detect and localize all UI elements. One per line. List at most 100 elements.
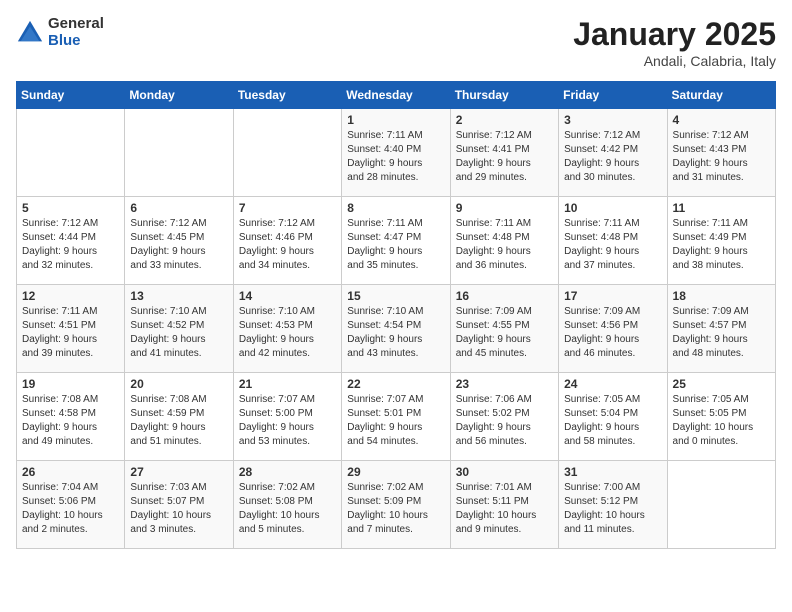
calendar-cell: 24 Sunrise: 7:05 AM Sunset: 5:04 PM Dayli… xyxy=(559,373,667,461)
day-number: 10 xyxy=(564,201,661,215)
cell-info: Sunrise: 7:12 AM Sunset: 4:44 PM Dayligh… xyxy=(22,217,119,273)
calendar-cell xyxy=(667,461,775,549)
weekday-header-wednesday: Wednesday xyxy=(342,82,450,109)
calendar-cell: 8 Sunrise: 7:11 AM Sunset: 4:47 PM Daylig… xyxy=(342,197,450,285)
calendar-cell: 21 Sunrise: 7:07 AM Sunset: 5:00 PM Dayli… xyxy=(233,373,341,461)
day-number: 6 xyxy=(130,201,227,215)
cell-info: Sunrise: 7:11 AM Sunset: 4:47 PM Dayligh… xyxy=(347,217,444,273)
cell-info: Sunrise: 7:10 AM Sunset: 4:52 PM Dayligh… xyxy=(130,305,227,361)
day-number: 15 xyxy=(347,289,444,303)
day-number: 7 xyxy=(239,201,336,215)
cell-info: Sunrise: 7:02 AM Sunset: 5:09 PM Dayligh… xyxy=(347,481,444,537)
calendar-cell: 4 Sunrise: 7:12 AM Sunset: 4:43 PM Daylig… xyxy=(667,109,775,197)
logo-general-text: General xyxy=(48,16,104,33)
calendar-cell: 19 Sunrise: 7:08 AM Sunset: 4:58 PM Dayli… xyxy=(17,373,125,461)
calendar-cell: 16 Sunrise: 7:09 AM Sunset: 4:55 PM Dayli… xyxy=(450,285,558,373)
day-number: 23 xyxy=(456,377,553,391)
weekday-header-saturday: Saturday xyxy=(667,82,775,109)
cell-info: Sunrise: 7:11 AM Sunset: 4:48 PM Dayligh… xyxy=(456,217,553,273)
cell-info: Sunrise: 7:05 AM Sunset: 5:05 PM Dayligh… xyxy=(673,393,770,449)
cell-info: Sunrise: 7:07 AM Sunset: 5:00 PM Dayligh… xyxy=(239,393,336,449)
day-number: 9 xyxy=(456,201,553,215)
weekday-header-tuesday: Tuesday xyxy=(233,82,341,109)
cell-info: Sunrise: 7:12 AM Sunset: 4:43 PM Dayligh… xyxy=(673,129,770,185)
calendar-cell: 1Sunrise: 7:11 AM Sunset: 4:40 PM Daylig… xyxy=(342,109,450,197)
calendar-cell: 31Sunrise: 7:00 AM Sunset: 5:12 PM Dayli… xyxy=(559,461,667,549)
calendar-cell: 17Sunrise: 7:09 AM Sunset: 4:56 PM Dayli… xyxy=(559,285,667,373)
day-number: 30 xyxy=(456,465,553,479)
calendar-cell: 29Sunrise: 7:02 AM Sunset: 5:09 PM Dayli… xyxy=(342,461,450,549)
calendar-cell: 30 Sunrise: 7:01 AM Sunset: 5:11 PM Dayli… xyxy=(450,461,558,549)
day-number: 13 xyxy=(130,289,227,303)
day-number: 21 xyxy=(239,377,336,391)
calendar-week-row: 12 Sunrise: 7:11 AM Sunset: 4:51 PM Dayli… xyxy=(17,285,776,373)
calendar-cell: 22Sunrise: 7:07 AM Sunset: 5:01 PM Dayli… xyxy=(342,373,450,461)
calendar-cell: 7 Sunrise: 7:12 AM Sunset: 4:46 PM Daylig… xyxy=(233,197,341,285)
calendar-week-row: 19 Sunrise: 7:08 AM Sunset: 4:58 PM Dayli… xyxy=(17,373,776,461)
cell-info: Sunrise: 7:02 AM Sunset: 5:08 PM Dayligh… xyxy=(239,481,336,537)
calendar-cell: 6Sunrise: 7:12 AM Sunset: 4:45 PM Daylig… xyxy=(125,197,233,285)
calendar-cell: 13 Sunrise: 7:10 AM Sunset: 4:52 PM Dayli… xyxy=(125,285,233,373)
cell-info: Sunrise: 7:03 AM Sunset: 5:07 PM Dayligh… xyxy=(130,481,227,537)
day-number: 5 xyxy=(22,201,119,215)
cell-info: Sunrise: 7:11 AM Sunset: 4:49 PM Dayligh… xyxy=(673,217,770,273)
cell-info: Sunrise: 7:00 AM Sunset: 5:12 PM Dayligh… xyxy=(564,481,661,537)
weekday-header-row: SundayMondayTuesdayWednesdayThursdayFrid… xyxy=(17,82,776,109)
day-number: 25 xyxy=(673,377,770,391)
cell-info: Sunrise: 7:08 AM Sunset: 4:58 PM Dayligh… xyxy=(22,393,119,449)
day-number: 20 xyxy=(130,377,227,391)
calendar-cell: 15 Sunrise: 7:10 AM Sunset: 4:54 PM Dayli… xyxy=(342,285,450,373)
cell-info: Sunrise: 7:10 AM Sunset: 4:53 PM Dayligh… xyxy=(239,305,336,361)
day-number: 17 xyxy=(564,289,661,303)
cell-info: Sunrise: 7:10 AM Sunset: 4:54 PM Dayligh… xyxy=(347,305,444,361)
cell-info: Sunrise: 7:12 AM Sunset: 4:46 PM Dayligh… xyxy=(239,217,336,273)
calendar-cell xyxy=(17,109,125,197)
cell-info: Sunrise: 7:12 AM Sunset: 4:41 PM Dayligh… xyxy=(456,129,553,185)
page-header: General Blue January 2025 Andali, Calabr… xyxy=(16,16,776,69)
calendar-cell: 25 Sunrise: 7:05 AM Sunset: 5:05 PM Dayli… xyxy=(667,373,775,461)
day-number: 8 xyxy=(347,201,444,215)
calendar-cell: 28 Sunrise: 7:02 AM Sunset: 5:08 PM Dayli… xyxy=(233,461,341,549)
cell-info: Sunrise: 7:11 AM Sunset: 4:48 PM Dayligh… xyxy=(564,217,661,273)
calendar-cell: 18Sunrise: 7:09 AM Sunset: 4:57 PM Dayli… xyxy=(667,285,775,373)
day-number: 4 xyxy=(673,113,770,127)
calendar-cell: 27Sunrise: 7:03 AM Sunset: 5:07 PM Dayli… xyxy=(125,461,233,549)
cell-info: Sunrise: 7:04 AM Sunset: 5:06 PM Dayligh… xyxy=(22,481,119,537)
calendar-cell: 2Sunrise: 7:12 AM Sunset: 4:41 PM Daylig… xyxy=(450,109,558,197)
calendar-subtitle: Andali, Calabria, Italy xyxy=(573,53,776,69)
calendar-cell: 26 Sunrise: 7:04 AM Sunset: 5:06 PM Dayli… xyxy=(17,461,125,549)
day-number: 26 xyxy=(22,465,119,479)
calendar-cell: 5 Sunrise: 7:12 AM Sunset: 4:44 PM Daylig… xyxy=(17,197,125,285)
day-number: 16 xyxy=(456,289,553,303)
calendar-cell: 12 Sunrise: 7:11 AM Sunset: 4:51 PM Dayli… xyxy=(17,285,125,373)
calendar-cell: 14 Sunrise: 7:10 AM Sunset: 4:53 PM Dayli… xyxy=(233,285,341,373)
calendar-cell: 3Sunrise: 7:12 AM Sunset: 4:42 PM Daylig… xyxy=(559,109,667,197)
day-number: 12 xyxy=(22,289,119,303)
day-number: 11 xyxy=(673,201,770,215)
cell-info: Sunrise: 7:08 AM Sunset: 4:59 PM Dayligh… xyxy=(130,393,227,449)
weekday-header-sunday: Sunday xyxy=(17,82,125,109)
day-number: 24 xyxy=(564,377,661,391)
weekday-header-monday: Monday xyxy=(125,82,233,109)
calendar-cell: 9 Sunrise: 7:11 AM Sunset: 4:48 PM Daylig… xyxy=(450,197,558,285)
weekday-header-thursday: Thursday xyxy=(450,82,558,109)
calendar-week-row: 5 Sunrise: 7:12 AM Sunset: 4:44 PM Daylig… xyxy=(17,197,776,285)
calendar-cell: 20 Sunrise: 7:08 AM Sunset: 4:59 PM Dayli… xyxy=(125,373,233,461)
cell-info: Sunrise: 7:07 AM Sunset: 5:01 PM Dayligh… xyxy=(347,393,444,449)
logo-icon xyxy=(16,19,44,47)
day-number: 18 xyxy=(673,289,770,303)
cell-info: Sunrise: 7:12 AM Sunset: 4:42 PM Dayligh… xyxy=(564,129,661,185)
day-number: 28 xyxy=(239,465,336,479)
day-number: 14 xyxy=(239,289,336,303)
cell-info: Sunrise: 7:11 AM Sunset: 4:40 PM Dayligh… xyxy=(347,129,444,185)
calendar-body: 1Sunrise: 7:11 AM Sunset: 4:40 PM Daylig… xyxy=(17,109,776,549)
cell-info: Sunrise: 7:05 AM Sunset: 5:04 PM Dayligh… xyxy=(564,393,661,449)
calendar-cell xyxy=(125,109,233,197)
cell-info: Sunrise: 7:11 AM Sunset: 4:51 PM Dayligh… xyxy=(22,305,119,361)
cell-info: Sunrise: 7:01 AM Sunset: 5:11 PM Dayligh… xyxy=(456,481,553,537)
calendar-cell: 11 Sunrise: 7:11 AM Sunset: 4:49 PM Dayli… xyxy=(667,197,775,285)
day-number: 19 xyxy=(22,377,119,391)
calendar-cell xyxy=(233,109,341,197)
cell-info: Sunrise: 7:09 AM Sunset: 4:55 PM Dayligh… xyxy=(456,305,553,361)
logo-blue-text: Blue xyxy=(48,33,104,50)
